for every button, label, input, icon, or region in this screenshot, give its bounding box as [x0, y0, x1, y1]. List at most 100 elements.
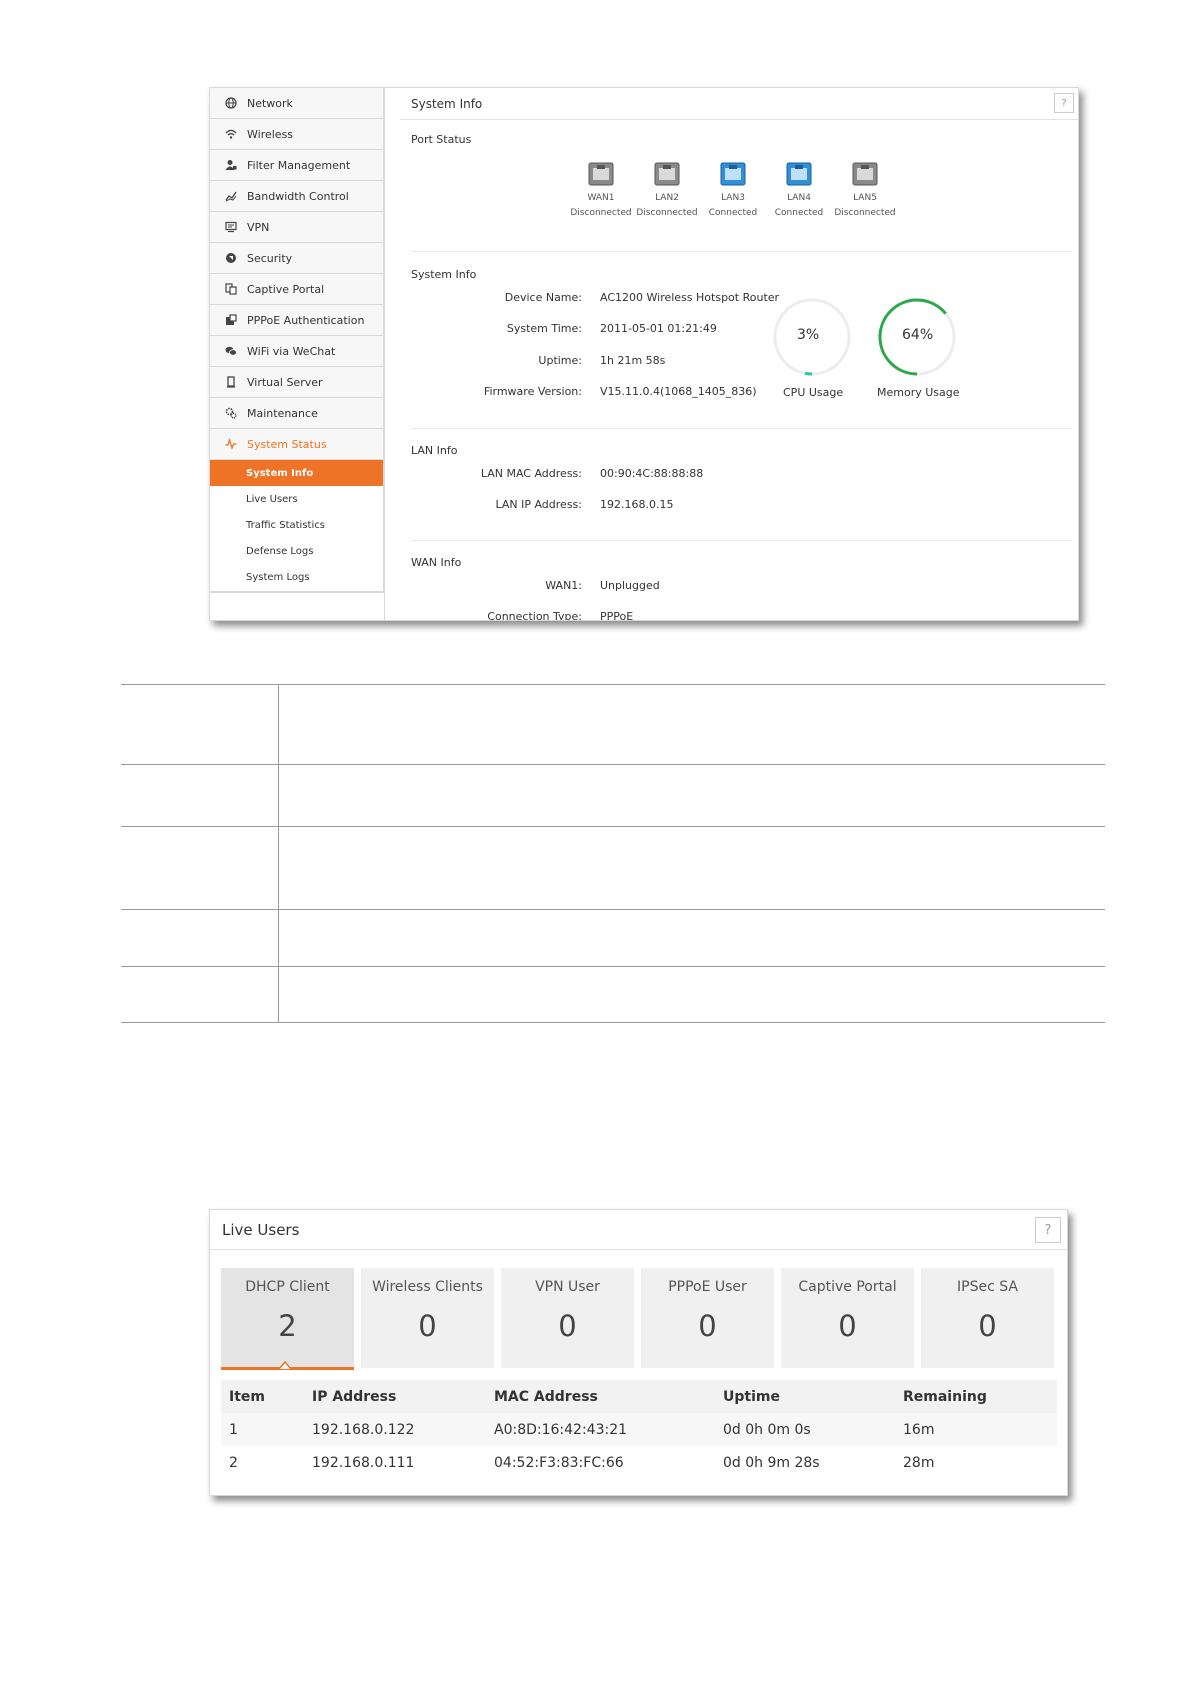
- table-cell: [121, 910, 279, 966]
- table-cell: [121, 827, 279, 909]
- tab-label: VPN User: [535, 1279, 600, 1295]
- ethernet-port-icon: [720, 161, 746, 187]
- port-wan1: WAN1 Disconnected: [568, 161, 634, 221]
- table-row: 1 192.168.0.122 A0:8D:16:42:43:21 0d 0h …: [221, 1413, 1057, 1446]
- port-status-title: Port Status: [411, 133, 472, 146]
- subitem-traffic-statistics[interactable]: Traffic Statistics: [210, 512, 383, 538]
- table-cell: 192.168.0.111: [312, 1454, 415, 1471]
- divider: [411, 251, 1072, 252]
- tab-label: PPPoE User: [668, 1279, 747, 1295]
- subitem-system-info[interactable]: System Info: [210, 460, 383, 486]
- cpu-usage-label: CPU Usage: [783, 386, 844, 399]
- tab-wireless-clients[interactable]: Wireless Clients 0: [361, 1268, 494, 1368]
- tab-label: DHCP Client: [245, 1279, 330, 1295]
- sidebar-item-network[interactable]: Network: [210, 88, 383, 119]
- table-row: [121, 685, 1105, 765]
- page-title: Live Users: [222, 1220, 300, 1239]
- tab-count: 0: [698, 1309, 717, 1343]
- ethernet-port-icon: [786, 161, 812, 187]
- table-cell: 1: [221, 1413, 304, 1446]
- tab-label: Captive Portal: [798, 1279, 897, 1295]
- table-cell: [121, 967, 279, 1022]
- table-cell: 28m: [903, 1454, 935, 1471]
- sidebar-item-pppoe-authentication[interactable]: PPPoE Authentication: [210, 305, 383, 336]
- chat-icon: [224, 344, 238, 358]
- sidebar-item-virtual-server[interactable]: Virtual Server: [210, 367, 383, 398]
- tab-captive-portal[interactable]: Captive Portal 0: [781, 1268, 914, 1368]
- table-cell: 0d 0h 9m 28s: [723, 1454, 820, 1471]
- tab-vpn-user[interactable]: VPN User 0: [501, 1268, 634, 1368]
- table-row: 2 192.168.0.111 04:52:F3:83:FC:66 0d 0h …: [221, 1446, 1057, 1479]
- sidebar-item-label: System Status: [247, 437, 327, 451]
- server-icon: [224, 313, 238, 327]
- help-button[interactable]: ?: [1035, 1217, 1061, 1243]
- tab-ipsec-sa[interactable]: IPSec SA 0: [921, 1268, 1054, 1368]
- sidebar-item-maintenance[interactable]: Maintenance: [210, 398, 383, 429]
- port-state: Connected: [774, 208, 824, 218]
- device-name-label: Device Name:: [504, 291, 582, 304]
- sidebar-item-label: Filter Management: [247, 158, 351, 172]
- sidebar-item-wifi-via-wechat[interactable]: WiFi via WeChat: [210, 336, 383, 367]
- tab-pppoe-user[interactable]: PPPoE User 0: [641, 1268, 774, 1368]
- user-filter-icon: [224, 158, 238, 172]
- port-state: Disconnected: [834, 208, 896, 218]
- tab-count: 0: [838, 1309, 857, 1343]
- lan-info-title: LAN Info: [411, 444, 458, 457]
- column-header: MAC Address: [486, 1380, 715, 1413]
- ethernet-port-icon: [588, 161, 614, 187]
- port-name: LAN5: [853, 193, 877, 203]
- lan-mac-label: LAN MAC Address:: [480, 467, 582, 480]
- sidebar-item-system-status[interactable]: System Status: [210, 429, 383, 460]
- sidebar-item-label: WiFi via WeChat: [247, 344, 336, 358]
- subitem-live-users[interactable]: Live Users: [210, 486, 383, 512]
- table-row: [121, 967, 1105, 1022]
- table-cell: [279, 765, 1105, 826]
- main-content: System Info ? Port Status WAN1 Disconnec…: [400, 88, 1078, 620]
- sidebar-menu: Network Wireless Filter Management Bandw…: [210, 88, 384, 593]
- device-icon: [224, 375, 238, 389]
- sidebar-item-bandwidth-control[interactable]: Bandwidth Control: [210, 181, 383, 212]
- lan-ip-value: 192.168.0.15: [600, 498, 674, 511]
- sidebar-item-vpn[interactable]: VPN: [210, 212, 383, 243]
- table-row: [121, 765, 1105, 827]
- port-lan5: LAN5 Disconnected: [832, 161, 898, 221]
- sidebar-item-label: PPPoE Authentication: [247, 313, 365, 327]
- table-row: [121, 827, 1105, 910]
- monitor-icon: [224, 220, 238, 234]
- panel-header: System Info ?: [400, 88, 1078, 120]
- wan1-value: Unplugged: [600, 579, 660, 592]
- port-state: Disconnected: [636, 208, 698, 218]
- tab-count: 0: [558, 1309, 577, 1343]
- system-time-value: 2011-05-01 01:21:49: [600, 322, 717, 335]
- shield-icon: [224, 251, 238, 265]
- connection-type-value: PPPoE: [600, 610, 634, 621]
- column-header: Uptime: [715, 1380, 895, 1413]
- active-tab-arrow-icon: [279, 1360, 291, 1370]
- table-cell: [121, 765, 279, 826]
- ethernet-port-icon: [654, 161, 680, 187]
- subitem-system-logs[interactable]: System Logs: [210, 564, 383, 590]
- lan-ip-label: LAN IP Address:: [495, 498, 582, 511]
- uptime-label: Uptime:: [538, 354, 582, 367]
- gear-icon: [224, 406, 238, 420]
- tab-dhcp-client[interactable]: DHCP Client 2: [221, 1268, 354, 1368]
- column-header: IP Address: [304, 1380, 486, 1413]
- tab-count: 0: [418, 1309, 437, 1343]
- subitem-defense-logs[interactable]: Defense Logs: [210, 538, 383, 564]
- table-header-row: Item IP Address MAC Address Uptime Remai…: [221, 1380, 1057, 1413]
- globe-icon: [224, 96, 238, 110]
- port-lan3: LAN3 Connected: [700, 161, 766, 221]
- sidebar-item-label: Bandwidth Control: [247, 189, 349, 203]
- memory-usage-value: 64%: [902, 327, 934, 343]
- help-button[interactable]: ?: [1054, 93, 1074, 113]
- system-status-submenu: System Info Live Users Traffic Statistic…: [210, 460, 383, 592]
- table-cell: 2: [229, 1454, 238, 1471]
- sidebar-item-filter-management[interactable]: Filter Management: [210, 150, 383, 181]
- system-info-screenshot: Network Wireless Filter Management Bandw…: [209, 87, 1079, 621]
- table-cell: [279, 910, 1105, 966]
- sidebar-item-security[interactable]: Security: [210, 243, 383, 274]
- sidebar-item-label: VPN: [247, 220, 270, 234]
- column-header: Item: [221, 1380, 304, 1413]
- sidebar-item-captive-portal[interactable]: Captive Portal: [210, 274, 383, 305]
- sidebar-item-wireless[interactable]: Wireless: [210, 119, 383, 150]
